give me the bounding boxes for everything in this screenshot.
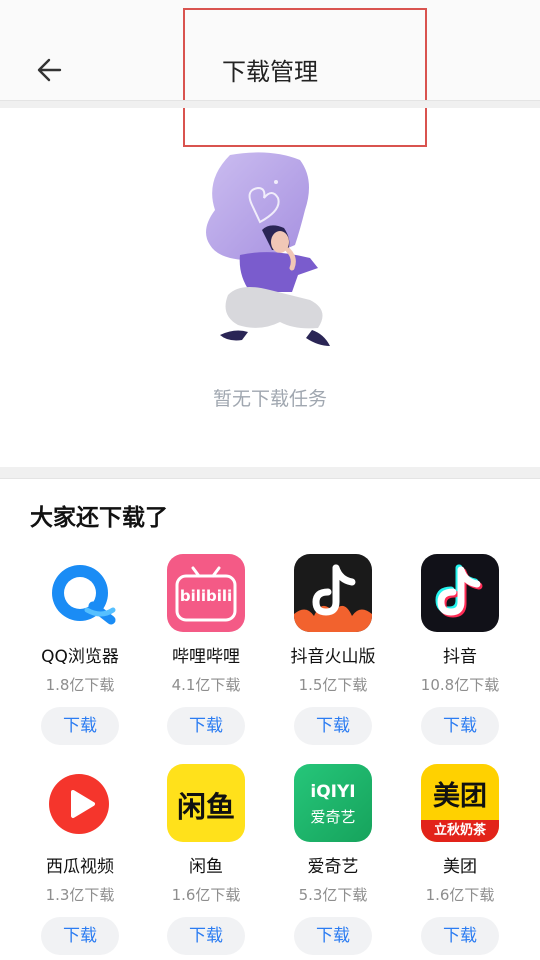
app-card[interactable]: QQ浏览器 1.8亿下载 下载 xyxy=(16,554,144,745)
iqiyi-logo-subtext: 爱奇艺 xyxy=(310,808,356,826)
download-button[interactable]: 下载 xyxy=(167,917,245,955)
download-count: 10.8亿下载 xyxy=(420,676,500,694)
qq-browser-icon[interactable] xyxy=(41,554,119,632)
app-name: 抖音 xyxy=(443,647,477,667)
download-count: 1.6亿下载 xyxy=(425,886,495,904)
title-highlight-box xyxy=(183,8,427,147)
download-button[interactable]: 下载 xyxy=(421,707,499,745)
app-card[interactable]: iQIYI 爱奇艺 爱奇艺 5.3亿下载 下载 xyxy=(269,764,397,955)
download-count: 1.8亿下载 xyxy=(45,676,115,694)
download-button[interactable]: 下载 xyxy=(41,707,119,745)
section-title: 大家还下载了 xyxy=(30,505,168,531)
back-arrow-icon[interactable] xyxy=(30,50,70,90)
xigua-icon[interactable] xyxy=(41,764,119,842)
iqiyi-logo-text: iQIYI xyxy=(310,782,356,802)
empty-illustration xyxy=(200,150,340,355)
download-button[interactable]: 下载 xyxy=(167,707,245,745)
empty-state-text: 暂无下载任务 xyxy=(212,388,327,410)
download-count: 5.3亿下载 xyxy=(298,886,368,904)
app-card[interactable]: bilibili 哔哩哔哩 4.1亿下载 下载 xyxy=(142,554,270,745)
download-count: 1.3亿下载 xyxy=(45,886,115,904)
meituan-icon[interactable]: 美团 立秋奶茶 xyxy=(421,764,499,842)
divider xyxy=(0,467,540,479)
download-count: 1.5亿下载 xyxy=(298,676,368,694)
divider xyxy=(0,100,540,108)
bilibili-icon[interactable]: bilibili xyxy=(167,554,245,632)
download-count: 1.6亿下载 xyxy=(171,886,241,904)
app-name: 哔哩哔哩 xyxy=(172,647,240,667)
download-button[interactable]: 下载 xyxy=(294,917,372,955)
app-card[interactable]: 美团 立秋奶茶 美团 1.6亿下载 下载 xyxy=(396,764,524,955)
app-name: 美团 xyxy=(443,857,477,877)
app-card[interactable]: 抖音 10.8亿下载 下载 xyxy=(396,554,524,745)
iqiyi-icon[interactable]: iQIYI 爱奇艺 xyxy=(294,764,372,842)
xianyu-logo-text: 闲鱼 xyxy=(176,790,235,824)
bilibili-logo-text: bilibili xyxy=(179,587,233,605)
download-button[interactable]: 下载 xyxy=(41,917,119,955)
douyin-icon[interactable] xyxy=(421,554,499,632)
app-name: QQ浏览器 xyxy=(41,647,119,667)
download-button[interactable]: 下载 xyxy=(294,707,372,745)
app-card[interactable]: 西瓜视频 1.3亿下载 下载 xyxy=(16,764,144,955)
app-name: 抖音火山版 xyxy=(290,647,376,667)
meituan-logo-text: 美团 xyxy=(433,781,487,812)
download-count: 4.1亿下载 xyxy=(171,676,241,694)
download-button[interactable]: 下载 xyxy=(421,917,499,955)
app-name: 西瓜视频 xyxy=(46,857,114,877)
app-name: 闲鱼 xyxy=(189,857,223,877)
meituan-promo-text: 立秋奶茶 xyxy=(421,820,499,842)
app-card[interactable]: 闲鱼 闲鱼 1.6亿下载 下载 xyxy=(142,764,270,955)
app-name: 爱奇艺 xyxy=(307,857,359,877)
douyin-huoshan-icon[interactable] xyxy=(294,554,372,632)
app-card[interactable]: 抖音火山版 1.5亿下载 下载 xyxy=(269,554,397,745)
xianyu-icon[interactable]: 闲鱼 xyxy=(167,764,245,842)
